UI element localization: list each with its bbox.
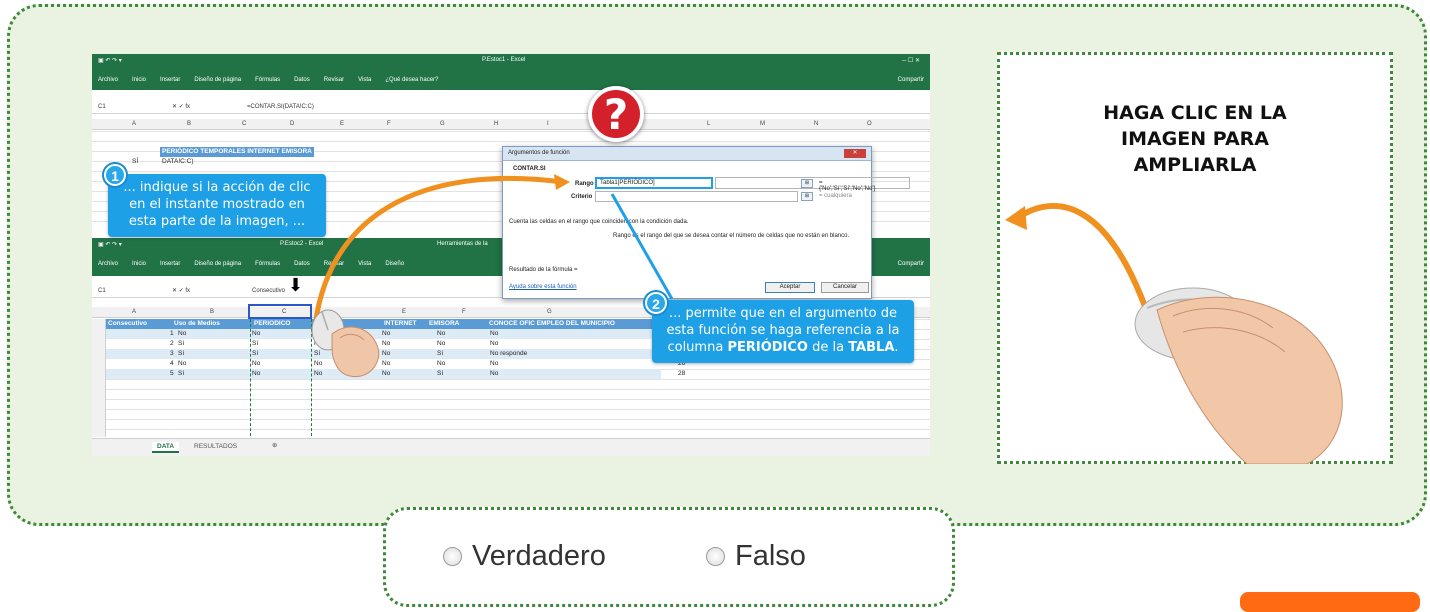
radio-verdadero[interactable] — [443, 547, 462, 566]
radio-falso[interactable] — [706, 547, 725, 566]
left-arrow-head-icon — [1005, 206, 1027, 230]
hand-click-illustration — [1005, 203, 1343, 464]
hand-mouse-icon — [311, 309, 380, 378]
option-falso[interactable]: Falso — [706, 540, 806, 573]
orange-arrow-head-icon — [554, 174, 570, 190]
submit-button[interactable] — [1240, 592, 1420, 612]
left-orange-arrow — [1015, 203, 1150, 314]
answer-options-box: Verdadero Falso — [383, 507, 955, 607]
question-mark-icon: ? — [588, 86, 644, 142]
blue-pointer-line — [610, 193, 674, 300]
hand-icon — [1156, 296, 1343, 464]
option-verdadero[interactable]: Verdadero — [443, 540, 606, 573]
label-verdadero[interactable]: Verdadero — [472, 540, 606, 573]
label-falso[interactable]: Falso — [735, 540, 806, 573]
excel-screenshot-image[interactable]: ▣ ↶ ↷ ▾ P.Estoc1 - Excel ─ ☐ ✕ Archivo I… — [92, 54, 930, 456]
annotation-arrows — [311, 174, 674, 337]
enlarge-hint-card[interactable]: HAGA CLIC EN LA IMAGEN PARA AMPLIARLA — [997, 52, 1393, 464]
